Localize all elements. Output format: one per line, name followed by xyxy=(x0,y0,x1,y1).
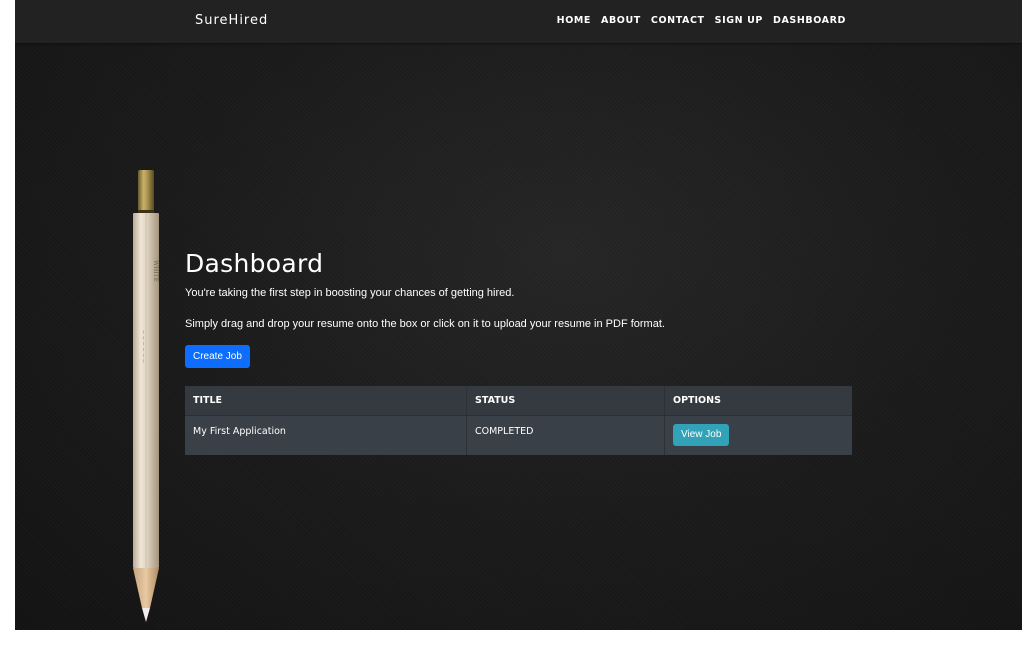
svg-text:WHITE: WHITE xyxy=(152,260,159,282)
view-job-button[interactable]: View Job xyxy=(673,424,730,446)
jobs-table: TITLE STATUS OPTIONS My First Applicatio… xyxy=(185,386,852,455)
page-frame: SureHired HOME ABOUT CONTACT SIGN UP DAS… xyxy=(15,0,1022,630)
nav-link-home[interactable]: HOME xyxy=(557,15,591,26)
job-title-cell: My First Application xyxy=(185,415,467,455)
column-header-title: TITLE xyxy=(185,386,467,416)
top-navbar: SureHired HOME ABOUT CONTACT SIGN UP DAS… xyxy=(15,0,1022,43)
pencil-illustration: WHITE ~ ~ ~ ~ ~ ~ xyxy=(133,170,159,622)
nav-links: HOME ABOUT CONTACT SIGN UP DASHBOARD xyxy=(557,15,846,26)
intro-text: You're taking the first step in boosting… xyxy=(185,287,515,299)
nav-link-dashboard[interactable]: DASHBOARD xyxy=(773,15,846,26)
svg-text:~ ~ ~ ~ ~ ~: ~ ~ ~ ~ ~ ~ xyxy=(140,330,146,363)
page-title: Dashboard xyxy=(185,249,324,278)
upload-instructions: Simply drag and drop your resume onto th… xyxy=(185,318,665,330)
nav-link-about[interactable]: ABOUT xyxy=(601,15,641,26)
nav-link-sign-up[interactable]: SIGN UP xyxy=(715,15,763,26)
nav-link-contact[interactable]: CONTACT xyxy=(651,15,705,26)
column-header-options: OPTIONS xyxy=(664,386,852,416)
job-status-cell: COMPLETED xyxy=(466,415,665,455)
table-header-row: TITLE STATUS OPTIONS xyxy=(185,386,852,416)
job-options-cell: View Job xyxy=(664,415,852,455)
brand-logo-link[interactable]: SureHired xyxy=(195,13,268,28)
dashboard-content: Dashboard You're taking the first step i… xyxy=(185,248,852,455)
create-job-button[interactable]: Create Job xyxy=(185,345,250,368)
table-row: My First Application COMPLETED View Job xyxy=(185,415,852,455)
column-header-status: STATUS xyxy=(466,386,665,416)
